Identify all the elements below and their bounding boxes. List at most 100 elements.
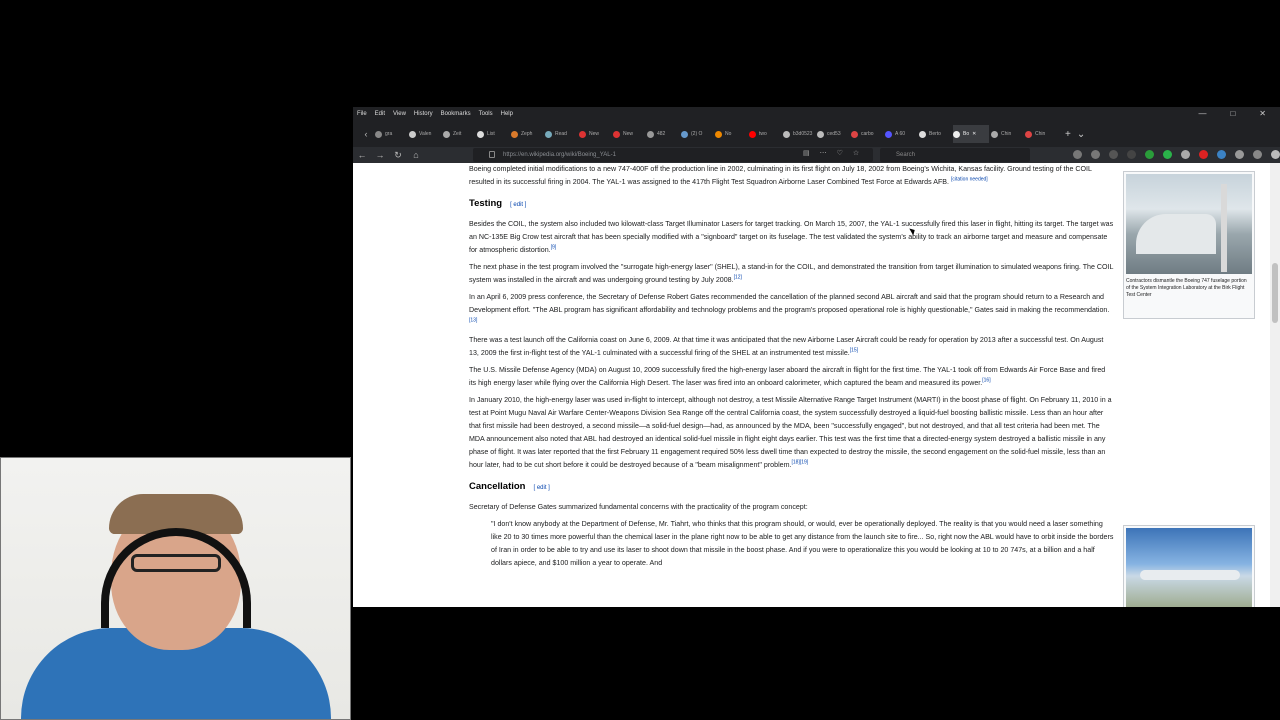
testing-heading: Testing[ edit ] — [469, 198, 527, 209]
menu-bookmarks[interactable]: Bookmarks — [441, 111, 471, 117]
gates-quote: "I don't know anybody at the Department … — [491, 520, 1114, 567]
browser-tab[interactable]: New — [613, 125, 645, 143]
tab-favicon-icon — [613, 130, 620, 138]
testing-paragraph: The U.S. Missile Defense Agency (MDA) on… — [469, 366, 1106, 387]
forward-icon[interactable]: → — [371, 150, 389, 160]
browser-tab[interactable]: Chin — [1025, 125, 1057, 143]
browser-tab[interactable]: No — [715, 125, 747, 143]
browser-tab[interactable]: b3d0523 — [783, 125, 815, 143]
tab-favicon-icon — [885, 130, 892, 138]
citation-needed-link[interactable]: [citation needed] — [951, 177, 988, 183]
webcam-overlay — [0, 457, 351, 720]
library-icon[interactable] — [1073, 150, 1082, 159]
browser-tab[interactable]: New — [579, 125, 611, 143]
extension-icon[interactable] — [1145, 150, 1154, 159]
tab-label: Read — [555, 131, 567, 137]
extension-icon[interactable] — [1127, 150, 1136, 159]
extension-icon[interactable] — [1199, 150, 1208, 159]
citation-link[interactable]: [18][19] — [791, 460, 808, 466]
extension-icon[interactable] — [1235, 150, 1244, 159]
menu-help[interactable]: Help — [501, 111, 513, 117]
tab-favicon-icon — [443, 130, 450, 138]
browser-tab[interactable]: ced53 — [817, 125, 849, 143]
maximize-icon[interactable]: □ — [1230, 109, 1235, 118]
tab-label: Bo — [963, 131, 970, 137]
search-box[interactable]: Search — [880, 148, 1030, 162]
menu-edit[interactable]: Edit — [375, 111, 385, 117]
tab-label: New — [623, 131, 634, 137]
account-icon[interactable] — [1253, 150, 1262, 159]
back-icon[interactable]: ← — [353, 150, 371, 160]
extension-icon[interactable] — [1217, 150, 1226, 159]
testing-paragraph: The next phase in the test program invol… — [469, 263, 1114, 284]
tab-label: two — [759, 131, 767, 137]
tab-close-icon[interactable]: ✕ — [972, 131, 976, 137]
reader-view-icon[interactable]: ▤ — [803, 149, 810, 157]
page-scrollbar[interactable] — [1270, 163, 1280, 607]
menu-view[interactable]: View — [393, 111, 406, 117]
reload-icon[interactable]: ↻ — [389, 150, 407, 161]
pocket-icon[interactable]: ♡ — [837, 149, 843, 157]
article-content: Boeing completed initial modifications t… — [469, 163, 1114, 574]
testing-paragraph: There was a test launch off the Californ… — [469, 336, 1104, 357]
fuselage-image[interactable] — [1126, 174, 1252, 274]
citation-link[interactable]: [15] — [850, 348, 858, 354]
browser-tab[interactable]: Chin — [991, 125, 1023, 143]
home-icon[interactable]: ⌂ — [407, 150, 425, 160]
tab-label: New — [589, 131, 600, 137]
tab-favicon-icon — [919, 130, 926, 138]
menu-tools[interactable]: Tools — [479, 111, 493, 117]
edit-link[interactable]: [ edit ] — [534, 485, 550, 491]
aircraft-image[interactable] — [1126, 528, 1252, 607]
extension-icon[interactable] — [1109, 150, 1118, 159]
minimize-icon[interactable]: — — [1198, 109, 1206, 118]
citation-link[interactable]: [13] — [469, 318, 477, 324]
browser-tab[interactable]: Read — [545, 125, 577, 143]
tab-favicon-icon — [991, 130, 998, 138]
tab-label: Berto — [929, 131, 941, 137]
tab-favicon-icon — [579, 130, 586, 138]
tab-list-icon[interactable]: ⌄ — [1077, 129, 1085, 140]
menu-bar: File Edit View History Bookmarks Tools H… — [353, 107, 1280, 121]
search-placeholder: Search — [896, 152, 916, 158]
tab-favicon-icon — [545, 130, 552, 138]
tab-label: (2) O — [691, 131, 703, 137]
browser-tab[interactable]: Berto — [919, 125, 951, 143]
tab-favicon-icon — [715, 130, 722, 138]
testing-paragraph: In an April 6, 2009 press conference, th… — [469, 293, 1110, 324]
citation-link[interactable]: [16] — [982, 378, 990, 384]
citation-link[interactable]: [12] — [734, 275, 742, 281]
menu-file[interactable]: File — [357, 111, 367, 117]
browser-tab[interactable]: 482 — [647, 125, 679, 143]
tab-scroll-left-icon[interactable]: ‹ — [357, 129, 375, 139]
browser-tab[interactable]: carbo — [851, 125, 883, 143]
browser-tab[interactable]: Bo ✕ — [953, 125, 989, 143]
edit-link[interactable]: [ edit ] — [510, 202, 526, 208]
more-actions-icon[interactable]: ⋯ — [820, 149, 827, 157]
extension-icon[interactable] — [1181, 150, 1190, 159]
tab-favicon-icon — [1025, 130, 1032, 138]
hamburger-menu-icon[interactable] — [1271, 150, 1280, 159]
browser-tab[interactable]: Zeit — [443, 125, 475, 143]
tab-favicon-icon — [681, 130, 688, 138]
browser-tab[interactable]: List — [477, 125, 509, 143]
menu-history[interactable]: History — [414, 111, 433, 117]
close-icon[interactable]: ✕ — [1259, 109, 1266, 118]
extension-icon[interactable] — [1163, 150, 1172, 159]
new-tab-icon[interactable]: + — [1065, 129, 1071, 140]
figure-aircraft — [1123, 525, 1255, 607]
browser-window: File Edit View History Bookmarks Tools H… — [353, 107, 1280, 607]
figure-dismantle: Contractors dismantle the Boeing 747 fus… — [1123, 171, 1255, 319]
browser-tab[interactable]: gra — [375, 125, 407, 143]
browser-tab[interactable]: Valen — [409, 125, 441, 143]
tab-favicon-icon — [749, 130, 756, 138]
browser-tab[interactable]: (2) O — [681, 125, 713, 143]
testing-paragraph: In January 2010, the high-energy laser w… — [469, 396, 1112, 469]
browser-tab[interactable]: Zeph — [511, 125, 543, 143]
bookmark-star-icon[interactable]: ☆ — [853, 149, 859, 157]
sidebar-icon[interactable] — [1091, 150, 1100, 159]
browser-tab[interactable]: two — [749, 125, 781, 143]
scrollbar-thumb[interactable] — [1272, 263, 1278, 323]
browser-tab[interactable]: A 60 — [885, 125, 917, 143]
citation-link[interactable]: [9] — [551, 245, 557, 251]
